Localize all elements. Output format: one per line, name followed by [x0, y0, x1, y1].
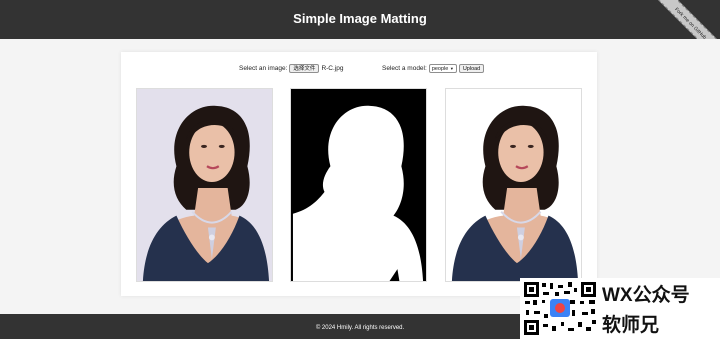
result-image-panel — [445, 88, 582, 282]
model-select-group: Select a model: people ▼ Upload — [382, 64, 485, 73]
watermark-line-1: WX公众号 — [602, 285, 690, 306]
image-select-label: Select an image: — [239, 65, 288, 72]
upload-button[interactable]: Upload — [458, 64, 485, 73]
page-title: Simple Image Matting — [293, 11, 427, 26]
selected-file-name: R-C.jpg — [321, 65, 344, 72]
alpha-mask — [291, 89, 426, 281]
original-image-panel — [136, 88, 273, 282]
image-select-group: Select an image: 选择文件 R-C.jpg — [239, 64, 343, 73]
mask-image-panel — [290, 88, 427, 282]
watermark-line-2: 软师兄 — [602, 315, 660, 336]
choose-file-button[interactable]: 选择文件 — [289, 64, 320, 73]
app-header: Simple Image Matting Fork me on GitHub — [0, 0, 720, 39]
matted-result — [446, 89, 581, 281]
chevron-down-icon: ▼ — [449, 66, 454, 71]
original-photo — [137, 89, 272, 281]
watermark: WX公众号 软师兄 — [520, 278, 720, 339]
model-select-label: Select a model: — [382, 65, 427, 72]
model-select-value: people — [431, 65, 449, 72]
qr-code-icon — [522, 280, 598, 337]
model-select[interactable]: people ▼ — [428, 64, 457, 73]
